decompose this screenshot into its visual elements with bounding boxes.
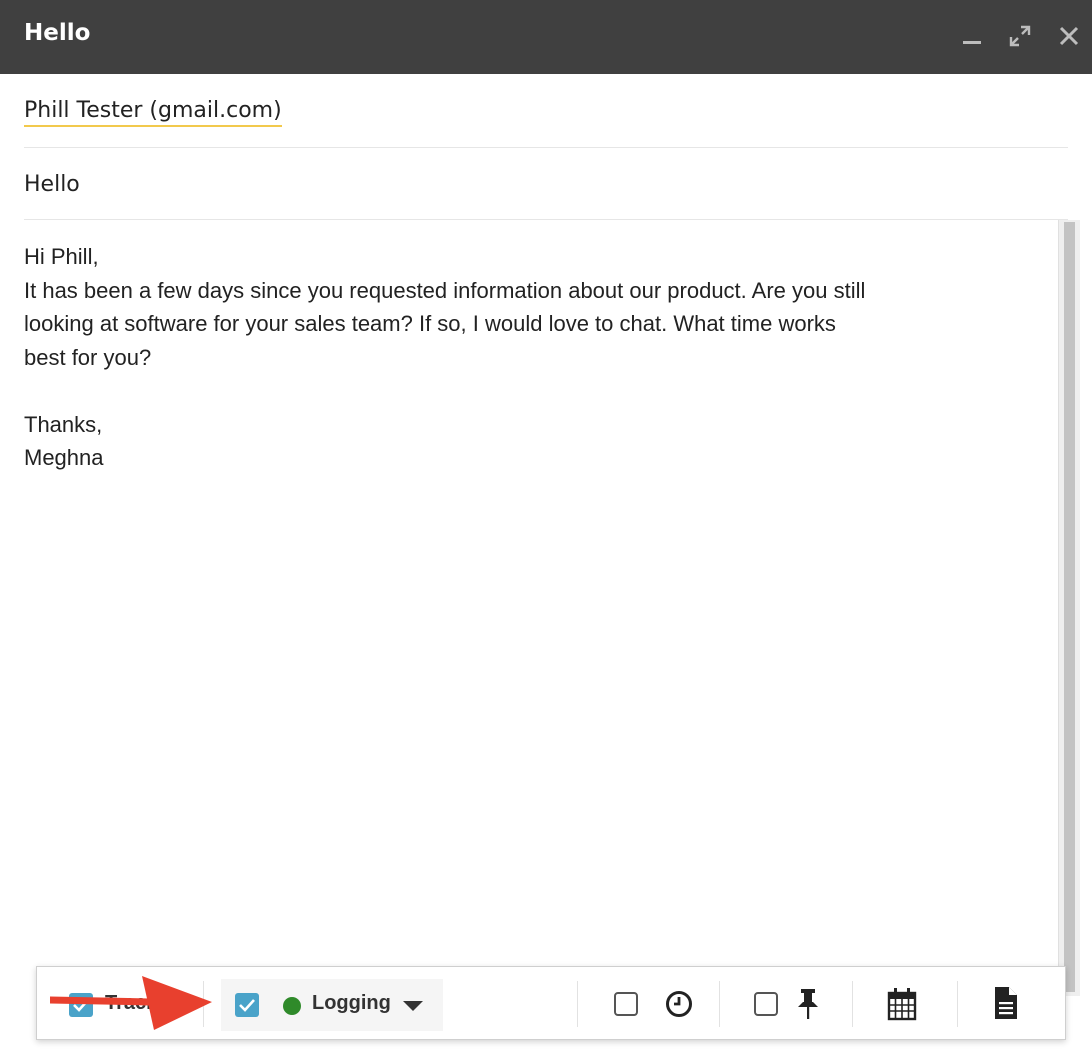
logging-status-dot xyxy=(283,997,301,1015)
toolbar-divider xyxy=(852,981,853,1027)
expand-icon[interactable] xyxy=(1006,22,1034,50)
body-line xyxy=(24,374,1054,408)
toolbar-divider xyxy=(957,981,958,1027)
subject-row[interactable]: Hello xyxy=(24,148,1068,220)
logging-option[interactable]: Logging xyxy=(221,979,443,1031)
track-label: Track xyxy=(105,992,158,1014)
body-line: Meghna xyxy=(24,445,104,470)
track-checkbox[interactable] xyxy=(69,993,93,1017)
toolbar-divider xyxy=(203,981,204,1027)
track-option[interactable]: Track xyxy=(53,967,203,1041)
subject-field[interactable]: Hello xyxy=(24,172,80,197)
recipients-row: Phill Tester (gmail.com) xyxy=(24,74,1068,148)
body-line: best for you? xyxy=(24,344,152,370)
crm-toolbar: Track Logging xyxy=(36,966,1066,1040)
body-scrollbar[interactable] xyxy=(1058,220,1080,996)
pin-checkbox[interactable] xyxy=(754,992,778,1016)
document-icon[interactable] xyxy=(993,985,1019,1021)
logging-label: Logging xyxy=(312,992,391,1014)
pin-icon[interactable] xyxy=(795,987,821,1021)
minimize-icon[interactable] xyxy=(958,22,986,50)
recipient-chip[interactable]: Phill Tester (gmail.com) xyxy=(24,98,282,127)
clock-icon[interactable] xyxy=(664,989,694,1019)
caret-down-icon[interactable] xyxy=(401,999,425,1013)
close-icon[interactable] xyxy=(1055,22,1083,50)
body-line: Thanks, xyxy=(24,411,103,437)
reminder-checkbox[interactable] xyxy=(614,992,638,1016)
message-body[interactable]: Hi Phill, It has been a few days since y… xyxy=(24,240,1054,940)
window-title: Hello xyxy=(24,20,91,46)
toolbar-divider xyxy=(577,981,578,1027)
calendar-icon[interactable] xyxy=(887,987,917,1021)
body-line: looking at software for your sales team?… xyxy=(24,311,836,336)
compose-titlebar: Hello xyxy=(0,0,1092,74)
scrollbar-thumb[interactable] xyxy=(1064,222,1075,992)
body-line: Hi Phill, xyxy=(24,244,99,269)
logging-checkbox[interactable] xyxy=(235,993,259,1017)
body-line: It has been a few days since you request… xyxy=(24,277,866,303)
toolbar-divider xyxy=(719,981,720,1027)
